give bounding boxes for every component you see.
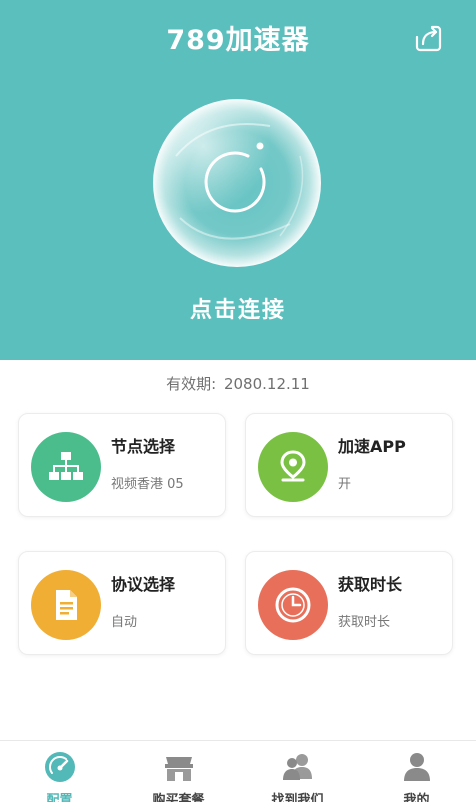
header-panel: 789加速器 点击连接 bbox=[0, 0, 476, 360]
bubble-power-icon bbox=[153, 99, 321, 267]
accelerate-app-value: 开 bbox=[338, 477, 352, 492]
location-pin-icon bbox=[258, 432, 328, 502]
expiry-date: 2080.12.11 bbox=[223, 375, 310, 393]
share-export-icon bbox=[415, 25, 442, 52]
tab-mine[interactable]: 我的 bbox=[357, 741, 476, 802]
connect-bubble-button[interactable] bbox=[150, 96, 324, 270]
people-icon bbox=[282, 754, 312, 780]
get-time-card[interactable]: 获取时长 获取时长 bbox=[245, 551, 453, 655]
protocol-select-value: 自动 bbox=[111, 615, 138, 630]
bottom-tab-bar: 配置 购买套餐 找到我们 我的 bbox=[0, 740, 476, 802]
accelerate-app-card[interactable]: 加速APP 开 bbox=[245, 413, 453, 517]
tab-find-us[interactable]: 找到我们 bbox=[238, 741, 357, 802]
store-icon bbox=[164, 757, 193, 781]
tab-find-us-label: 找到我们 bbox=[271, 793, 324, 802]
tab-buy-plan-label: 购买套餐 bbox=[152, 793, 205, 802]
connect-label: 点击连接 bbox=[189, 298, 286, 323]
protocol-select-title: 协议选择 bbox=[111, 575, 176, 594]
tab-config[interactable]: 配置 bbox=[0, 741, 119, 802]
user-icon bbox=[403, 753, 430, 781]
tab-buy-plan[interactable]: 购买套餐 bbox=[119, 741, 238, 802]
node-select-value: 视频香港 05 bbox=[111, 477, 184, 492]
accelerate-app-title: 加速APP bbox=[338, 437, 406, 456]
node-select-card[interactable]: 节点选择 视频香港 05 bbox=[18, 413, 226, 517]
network-tree-icon bbox=[31, 432, 101, 502]
clock-icon bbox=[258, 570, 328, 640]
share-button[interactable] bbox=[412, 22, 444, 54]
get-time-title: 获取时长 bbox=[338, 575, 403, 594]
document-icon bbox=[31, 570, 101, 640]
app-title: 789加速器 bbox=[166, 25, 310, 56]
gauge-icon bbox=[44, 752, 75, 782]
tab-config-label: 配置 bbox=[46, 793, 73, 802]
expiry-row: 有效期: 2080.12.11 bbox=[0, 373, 476, 394]
protocol-select-card[interactable]: 协议选择 自动 bbox=[18, 551, 226, 655]
expiry-label: 有效期: bbox=[166, 375, 217, 393]
node-select-title: 节点选择 bbox=[111, 437, 176, 456]
get-time-value: 获取时长 bbox=[338, 615, 391, 630]
tab-mine-label: 我的 bbox=[403, 793, 430, 802]
